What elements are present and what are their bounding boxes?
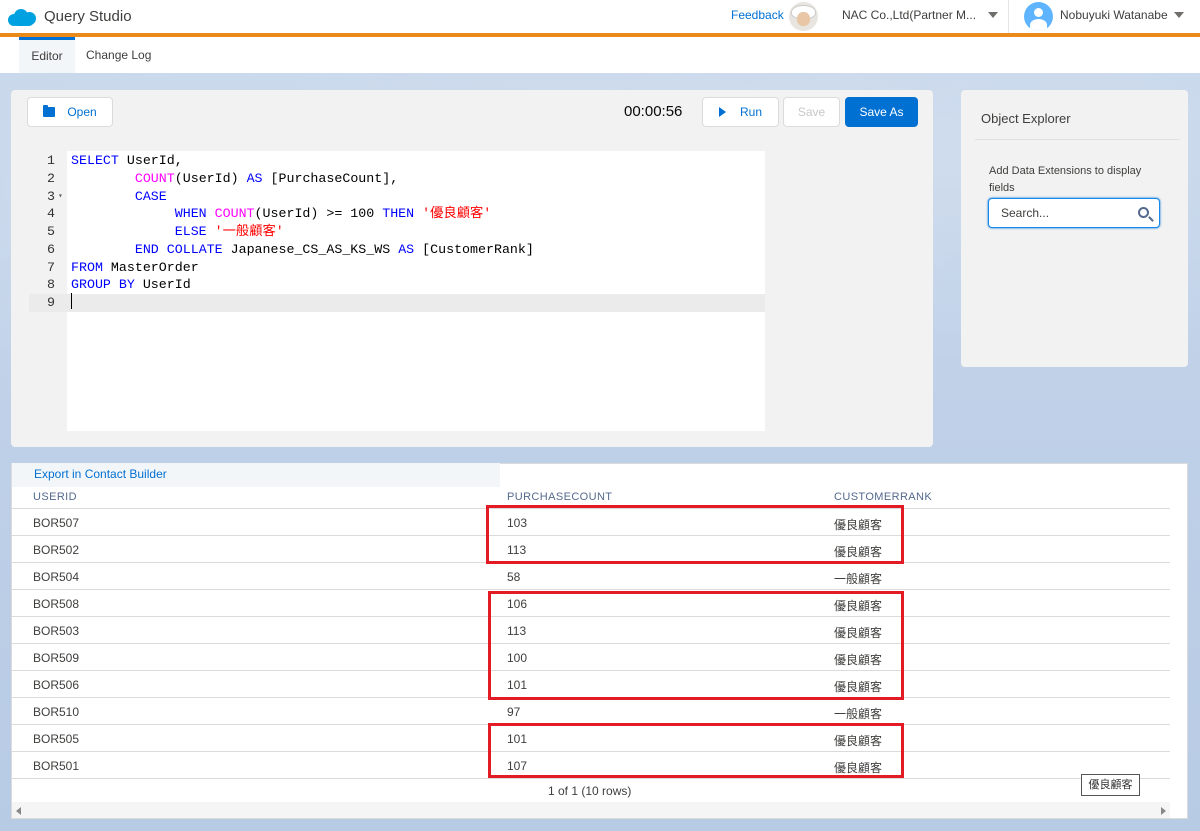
code-line: 5 ELSE '一般顧客' <box>47 224 284 239</box>
open-button[interactable]: Open <box>27 97 113 127</box>
explorer-hint: Add Data Extensions to display fields <box>989 165 1142 194</box>
save-button[interactable]: Save <box>783 97 840 127</box>
code-line: 7 FROM MasterOrder <box>47 260 199 275</box>
header-divider <box>1008 0 1009 33</box>
code-line: 6 END COLLATE Japanese_CS_AS_KS_WS AS [C… <box>47 242 534 257</box>
chevron-down-icon[interactable] <box>988 12 998 18</box>
tab-change-log[interactable]: Change Log <box>86 37 151 73</box>
export-contact-builder-link[interactable]: Export in Contact Builder <box>34 467 167 481</box>
cell-userid: BOR501 <box>33 759 80 773</box>
query-timer: 00:00:56 <box>624 103 683 120</box>
cell-userid: BOR505 <box>33 732 80 746</box>
code-line: 8 GROUP BY UserId <box>47 277 191 292</box>
tab-bar: Editor Change Log <box>0 37 1200 73</box>
cell-customerrank: 一般顧客 <box>834 707 883 721</box>
cell-purchasecount: 58 <box>507 570 521 584</box>
einstein-avatar-icon[interactable] <box>789 2 818 31</box>
object-explorer-title: Object Explorer <box>981 111 1071 126</box>
sql-code-editor[interactable]: 1 SELECT UserId, 2 COUNT(UserId) AS [Purc… <box>29 151 765 431</box>
scroll-right-icon[interactable] <box>1161 807 1166 815</box>
search-input[interactable]: Search... <box>988 198 1160 228</box>
code-line-current: 9 <box>29 294 765 312</box>
column-header-purchasecount[interactable]: PURCHASECOUNT <box>507 491 612 503</box>
cell-userid: BOR506 <box>33 678 80 692</box>
run-button-label: Run <box>739 105 762 119</box>
table-row: BOR510 97 一般顧客 <box>12 698 1170 725</box>
explorer-divider <box>975 139 1180 140</box>
horizontal-scrollbar[interactable] <box>12 802 1170 818</box>
user-avatar-icon[interactable] <box>1024 2 1053 31</box>
fold-arrow-icon[interactable]: ▾ <box>58 188 63 206</box>
user-menu[interactable]: Nobuyuki Watanabe <box>1060 8 1168 22</box>
cell-customerrank: 一般顧客 <box>834 572 883 586</box>
cell-userid: BOR504 <box>33 570 80 584</box>
app-header: Query Studio Feedback NAC Co.,Ltd(Partne… <box>0 0 1200 33</box>
code-line: 2 COUNT(UserId) AS [PurchaseCount], <box>47 171 399 186</box>
save-as-button-label: Save As <box>859 105 904 119</box>
play-icon <box>718 107 726 117</box>
search-icon[interactable] <box>1138 207 1149 218</box>
feedback-link[interactable]: Feedback <box>731 8 784 22</box>
table-row: BOR504 58 一般顧客 <box>12 563 1170 590</box>
search-placeholder: Search... <box>1001 206 1050 220</box>
chevron-down-icon[interactable] <box>1174 12 1184 18</box>
column-header-customerrank[interactable]: CUSTOMERRANK <box>834 491 932 503</box>
open-button-label: Open <box>67 105 97 119</box>
code-line: 1 SELECT UserId, <box>47 153 183 168</box>
salesforce-cloud-icon <box>8 7 38 27</box>
save-button-label: Save <box>797 105 826 119</box>
cell-userid: BOR507 <box>33 516 80 530</box>
tab-editor[interactable]: Editor <box>19 37 75 73</box>
highlight-box <box>486 505 904 564</box>
cell-userid: BOR510 <box>33 705 80 719</box>
highlight-box <box>488 723 904 778</box>
cell-userid: BOR509 <box>33 651 80 665</box>
org-switcher[interactable]: NAC Co.,Ltd(Partner M... <box>842 8 976 22</box>
code-line: 3 ▾ CASE <box>47 188 167 206</box>
code-line: 4 WHEN COUNT(UserId) >= 100 THEN '優良顧客' <box>47 206 492 221</box>
cell-userid: BOR503 <box>33 624 80 638</box>
column-header-userid[interactable]: USERID <box>33 491 77 503</box>
object-explorer-panel <box>961 90 1188 367</box>
pagination-status: 1 of 1 (10 rows) <box>548 784 632 798</box>
folder-icon <box>43 105 56 117</box>
save-as-button[interactable]: Save As <box>845 97 918 127</box>
scroll-left-icon[interactable] <box>16 807 21 815</box>
text-cursor <box>71 293 72 309</box>
cell-userid: BOR502 <box>33 543 80 557</box>
run-button[interactable]: Run <box>702 97 779 127</box>
cell-purchasecount: 97 <box>507 705 521 719</box>
highlight-box <box>488 591 904 700</box>
brand: Query Studio <box>8 7 132 27</box>
cell-userid: BOR508 <box>33 597 80 611</box>
app-title: Query Studio <box>44 8 132 25</box>
cell-tooltip: 優良顧客 <box>1081 774 1140 796</box>
